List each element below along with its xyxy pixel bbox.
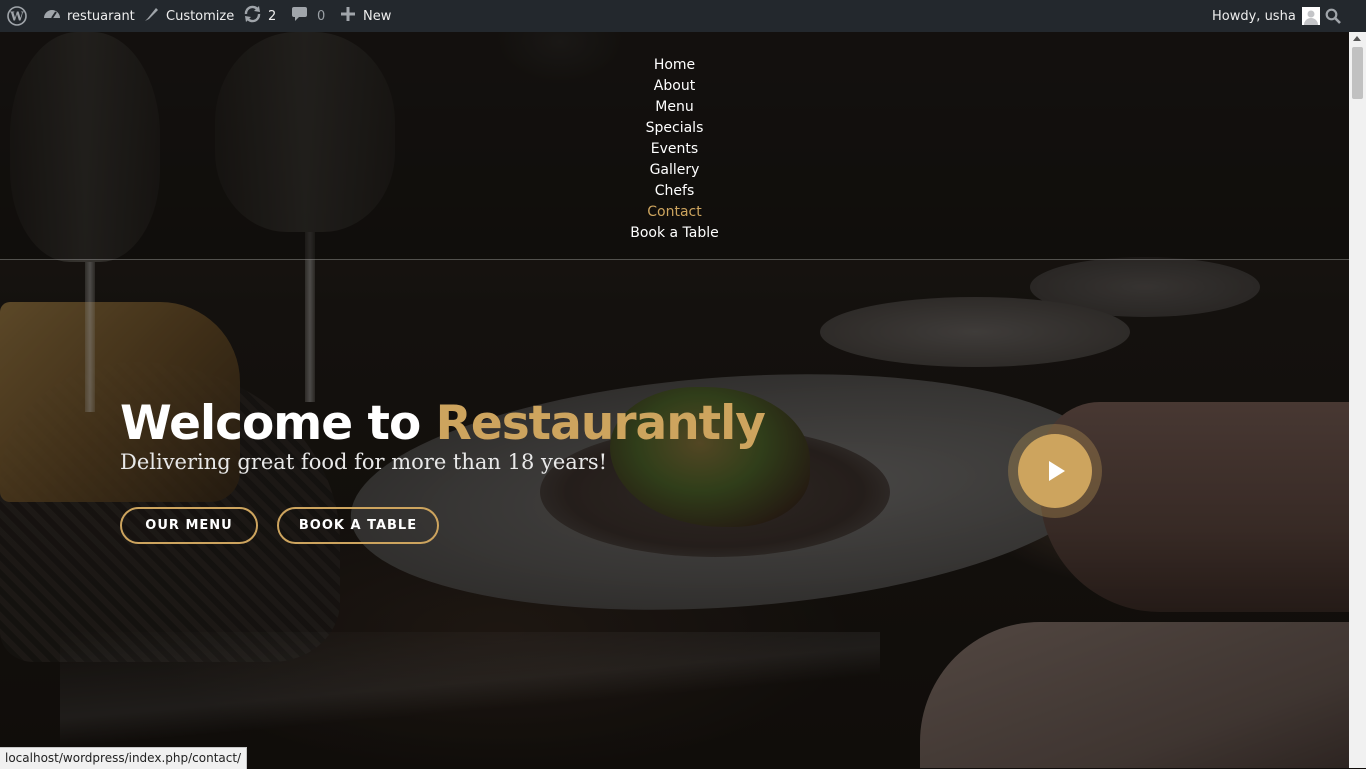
nav-item-events[interactable]: Events [0,139,1349,160]
our-menu-button[interactable]: OUR MENU [120,507,258,544]
comments-icon [291,6,308,26]
customize-link[interactable]: Customize [143,0,234,32]
play-icon [1049,461,1065,481]
nav-item-about[interactable]: About [0,76,1349,97]
customize-label: Customize [166,8,235,24]
site-header: Home About Menu Specials Events Gallery Chefs C… [0,32,1349,260]
play-video-button[interactable] [1008,424,1102,518]
nav-item-menu[interactable]: Menu [0,97,1349,118]
admin-bar: W restuarant Customize 2 0 New Howdy, us… [0,0,1366,32]
hero-subtitle: Delivering great food for more than 18 y… [120,450,608,474]
svg-text:W: W [9,10,24,24]
my-account-link[interactable]: Howdy, usha [1212,0,1320,32]
plus-icon [341,7,355,25]
scroll-up-arrow-icon[interactable] [1353,36,1361,41]
play-button-circle [1018,434,1092,508]
nav-item-book-a-table[interactable]: Book a Table [0,223,1349,244]
hero-title-accent: Restaurantly [435,396,766,451]
nav-item-gallery[interactable]: Gallery [0,160,1349,181]
comments-count: 0 [317,8,326,24]
nav-item-home[interactable]: Home [0,55,1349,76]
comments-link[interactable]: 0 [291,0,325,32]
new-label: New [363,8,392,24]
site-name: restuarant [67,8,135,24]
scrollbar-thumb[interactable] [1352,47,1363,99]
nav-item-contact[interactable]: Contact [0,202,1349,223]
howdy-text: Howdy, usha [1212,8,1296,24]
updates-icon [243,5,262,27]
wordpress-icon[interactable]: W [7,0,27,32]
hero-title-prefix: Welcome to [120,396,436,451]
new-content-link[interactable]: New [341,0,391,32]
search-icon[interactable] [1325,0,1341,32]
customize-icon [143,6,160,27]
updates-link[interactable]: 2 [243,0,276,32]
vertical-scrollbar[interactable] [1349,32,1366,768]
book-a-table-button[interactable]: BOOK A TABLE [277,507,439,544]
site-name-link[interactable]: restuarant [43,0,135,32]
nav-item-specials[interactable]: Specials [0,118,1349,139]
avatar [1301,7,1320,25]
dashboard-icon [43,6,61,26]
main-navigation: Home About Menu Specials Events Gallery Chefs C… [0,55,1349,244]
hero-title: Welcome to Restaurantly [120,396,766,451]
nav-item-chefs[interactable]: Chefs [0,181,1349,202]
updates-count: 2 [268,8,277,24]
status-bar-url: localhost/wordpress/index.php/contact/ [0,747,248,769]
